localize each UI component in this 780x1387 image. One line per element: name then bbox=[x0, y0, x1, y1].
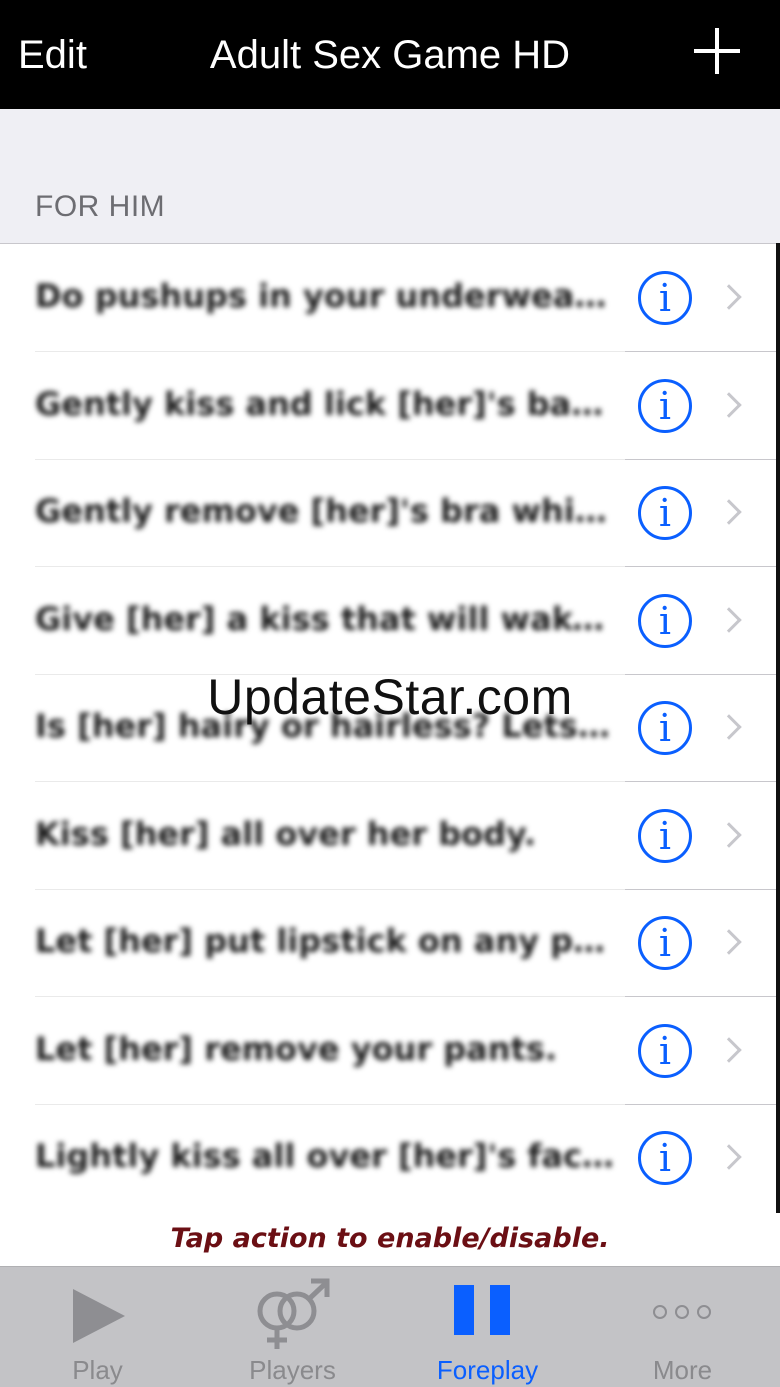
chevron-right-icon bbox=[716, 821, 742, 848]
tab-label: Foreplay bbox=[436, 1355, 539, 1385]
info-icon[interactable]: i bbox=[638, 1131, 692, 1185]
action-text[interactable]: Let [her] remove your pants. bbox=[35, 1027, 615, 1071]
chevron-right-icon bbox=[716, 284, 742, 310]
info-icon[interactable]: i bbox=[638, 808, 692, 863]
table-row[interactable]: Lightly kiss all over [her]'s face bu...… bbox=[0, 1104, 776, 1212]
chevron-right-icon bbox=[716, 606, 742, 633]
action-text[interactable]: Kiss [her] all over her body. bbox=[35, 812, 615, 856]
tab-play[interactable]: Play bbox=[0, 1267, 195, 1387]
chevron-right-icon bbox=[716, 929, 742, 955]
table-row[interactable]: Let [her] remove your pants. i bbox=[0, 997, 776, 1105]
info-icon[interactable]: i bbox=[638, 593, 692, 648]
tab-more[interactable]: More bbox=[585, 1267, 780, 1387]
tab-label: Play bbox=[72, 1355, 123, 1385]
action-text[interactable]: Give [her] a kiss that will wake he... bbox=[35, 597, 615, 641]
chevron-right-icon bbox=[716, 1036, 742, 1063]
table-row[interactable]: Give [her] a kiss that will wake he... i bbox=[0, 567, 776, 675]
play-icon bbox=[73, 1289, 125, 1343]
action-text[interactable]: Lightly kiss all over [her]'s face bu... bbox=[35, 1134, 615, 1178]
action-text[interactable]: Let [her] put lipstick on any part o... bbox=[35, 919, 615, 963]
table-row[interactable]: Kiss [her] all over her body. i bbox=[0, 782, 776, 890]
action-text[interactable]: Gently remove [her]'s bra while kis... bbox=[35, 489, 615, 533]
hint-bar: Tap action to enable/disable. bbox=[0, 1213, 780, 1266]
info-icon[interactable]: i bbox=[638, 1023, 692, 1078]
edit-button[interactable]: Edit bbox=[18, 30, 87, 80]
table-row[interactable]: Gently remove [her]'s bra while kis... i bbox=[0, 459, 776, 567]
table-row[interactable]: Let [her] put lipstick on any part o... … bbox=[0, 889, 776, 997]
action-text[interactable]: Do pushups in your underwear wit... bbox=[35, 274, 615, 318]
watermark-text: UpdateStar.com bbox=[207, 669, 573, 725]
tab-players[interactable]: Players bbox=[195, 1267, 390, 1387]
scroll-indicator bbox=[776, 243, 780, 1213]
plus-icon[interactable] bbox=[694, 28, 740, 74]
pause-icon bbox=[454, 1285, 510, 1335]
info-icon[interactable]: i bbox=[638, 378, 692, 433]
tab-bar: Play Players Foreplay More bbox=[0, 1266, 780, 1387]
more-dots-icon bbox=[633, 1303, 729, 1323]
actions-table: Do pushups in your underwear wit... i Ge… bbox=[0, 243, 776, 1213]
hint-text: Tap action to enable/disable. bbox=[170, 1223, 610, 1254]
navigation-bar: Edit Adult Sex Game HD bbox=[0, 0, 780, 109]
info-icon[interactable]: i bbox=[638, 271, 692, 325]
chevron-right-icon bbox=[716, 499, 742, 525]
tab-foreplay[interactable]: Foreplay bbox=[390, 1267, 585, 1387]
tab-label: Players bbox=[249, 1355, 336, 1385]
section-header: FOR HIM bbox=[35, 190, 166, 223]
page-title: Adult Sex Game HD bbox=[209, 33, 571, 77]
chevron-right-icon bbox=[716, 391, 742, 418]
gender-icon bbox=[257, 1278, 330, 1349]
info-icon[interactable]: i bbox=[638, 916, 692, 970]
chevron-right-icon bbox=[716, 1144, 742, 1170]
action-text[interactable]: Gently kiss and lick [her]'s back (no... bbox=[35, 382, 615, 426]
table-row[interactable]: Gently kiss and lick [her]'s back (no...… bbox=[0, 352, 776, 460]
info-icon[interactable]: i bbox=[638, 486, 692, 540]
table-row[interactable]: Do pushups in your underwear wit... i bbox=[0, 244, 776, 352]
tab-label: More bbox=[652, 1355, 713, 1385]
